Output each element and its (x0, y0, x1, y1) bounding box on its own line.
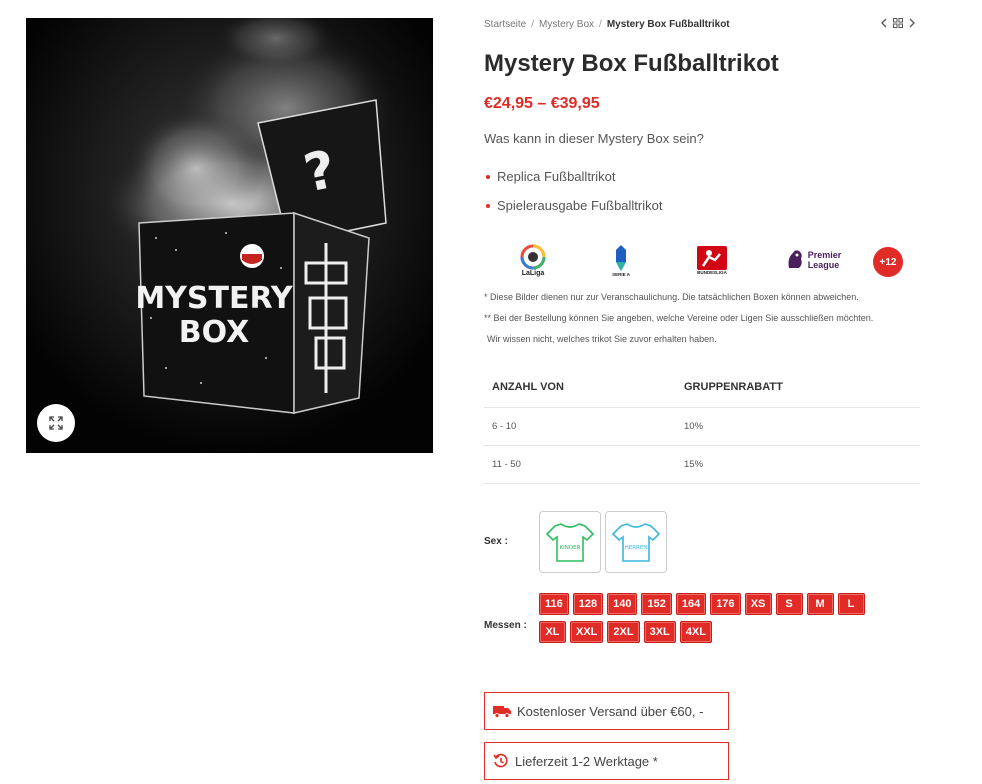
list-item: Replica Fußballtrikot (484, 168, 662, 197)
herren-jersey-icon: HERREN (611, 523, 661, 562)
size-option[interactable]: L (837, 593, 865, 615)
product-image[interactable]: ? MYSTERY BOX (26, 18, 433, 453)
premier-league-icon (788, 250, 802, 268)
size-label: Messen : (484, 620, 527, 631)
bundesliga-label: BUNDESLIGA (697, 269, 727, 275)
premier-league-logo: Premier League (782, 240, 844, 280)
breadcrumb-current: Mystery Box Fußballtrikot (606, 19, 730, 30)
size-option[interactable]: XS (744, 593, 772, 615)
size-option[interactable]: 128 (572, 593, 604, 615)
size-option[interactable]: 4XL (679, 621, 712, 643)
grid-icon[interactable] (893, 18, 903, 28)
serie-a-label: SERIE A (612, 271, 630, 277)
size-option[interactable]: 152 (641, 593, 672, 615)
size-option[interactable]: XXL (570, 621, 604, 643)
size-option[interactable]: 116 (539, 593, 569, 615)
laliga-logo: LaLiga (518, 240, 548, 280)
breadcrumb-mystery-box[interactable]: Mystery Box (539, 19, 594, 30)
truck-icon (493, 706, 511, 718)
delivery-time-box: Lieferzeit 1-2 Werktage * (484, 742, 729, 780)
table-cell: 11 - 50 (484, 445, 676, 484)
league-logos: LaLiga SERIE A BUNDESLIGA Premier League… (484, 240, 920, 284)
size-option[interactable]: 140 (607, 593, 638, 615)
laliga-label: LaLiga (521, 269, 545, 277)
table-row: 11 - 50 15% (484, 445, 920, 484)
column-header: ANZAHL VON (484, 367, 676, 408)
free-shipping-box: Kostenloser Versand über €60, - (484, 692, 729, 730)
note-line: ** Bei der Bestellung können Sie angeben… (484, 313, 874, 323)
more-leagues-badge[interactable]: +12 (873, 247, 903, 277)
history-icon (493, 753, 508, 768)
expand-icon (49, 416, 63, 430)
zoom-button[interactable] (37, 404, 75, 442)
delivery-time-text: Lieferzeit 1-2 Werktage * (515, 753, 658, 769)
kinder-label: KINDER (560, 545, 581, 551)
note-line: Wir wissen nicht, welches trikot Sie zuv… (487, 334, 717, 344)
product-price: €24,95 – €39,95 (484, 95, 600, 112)
note-line: * Diese Bilder dienen nur zur Veranschau… (484, 292, 859, 302)
list-item: Spielerausgabe Fußballtrikot (484, 197, 662, 226)
table-header-row: ANZAHL VON GRUPPENRABATT (484, 367, 920, 408)
size-option[interactable]: 164 (675, 593, 707, 615)
size-option[interactable]: M (806, 593, 834, 615)
premier-label-line1: Premier (807, 250, 842, 260)
disclaimer-notes: * Diese Bilder dienen nur zur Veranschau… (484, 292, 873, 355)
box-text-line2: BOX (179, 315, 249, 350)
column-header: GRUPPENRABATT (676, 367, 920, 408)
chevron-right-icon[interactable] (908, 18, 916, 28)
size-option[interactable]: 3XL (643, 621, 676, 643)
swatch-kinder[interactable]: KINDER (539, 511, 601, 573)
size-option[interactable]: 2XL (607, 621, 640, 643)
free-shipping-text: Kostenloser Versand über €60, - (517, 703, 704, 719)
breadcrumb-home[interactable]: Startseite (484, 19, 526, 30)
premier-label-line2: League (807, 260, 840, 270)
size-option[interactable]: XL (539, 621, 566, 643)
product-question: Was kann in dieser Mystery Box sein? (484, 131, 704, 146)
size-selector: 116 128 140 152 164 176 XS S M L XL XXL … (539, 593, 889, 643)
chevron-left-icon[interactable] (880, 18, 888, 28)
laliga-icon (520, 244, 546, 269)
breadcrumb-separator: / (599, 19, 602, 30)
size-option[interactable]: 176 (710, 593, 741, 615)
discount-table: ANZAHL VON GRUPPENRABATT 6 - 10 10% 11 -… (484, 367, 920, 484)
product-bullets: Replica Fußballtrikot Spielerausgabe Fuß… (484, 168, 662, 226)
breadcrumb: Startseite / Mystery Box / Mystery Box Fußba… (484, 19, 730, 30)
serie-a-icon (616, 244, 626, 271)
herren-label: HERREN (625, 545, 648, 551)
table-row: 6 - 10 10% (484, 407, 920, 446)
product-navigation (880, 18, 916, 28)
product-title: Mystery Box Fußballtrikot (484, 50, 779, 77)
bundesliga-logo: BUNDESLIGA (692, 240, 732, 280)
table-cell: 15% (676, 445, 920, 484)
table-cell: 6 - 10 (484, 407, 676, 446)
box-text-line1: MYSTERY (135, 281, 294, 316)
breadcrumb-separator: / (531, 19, 535, 30)
bundesliga-icon (697, 245, 727, 270)
sex-label: Sex : (484, 536, 508, 547)
size-option[interactable]: S (775, 593, 803, 615)
swatch-herren[interactable]: HERREN (605, 511, 667, 573)
table-cell: 10% (676, 407, 920, 446)
mystery-box-illustration: ? MYSTERY BOX (26, 18, 433, 453)
serie-a-logo: SERIE A (606, 240, 636, 280)
kinder-jersey-icon: KINDER (545, 523, 595, 562)
